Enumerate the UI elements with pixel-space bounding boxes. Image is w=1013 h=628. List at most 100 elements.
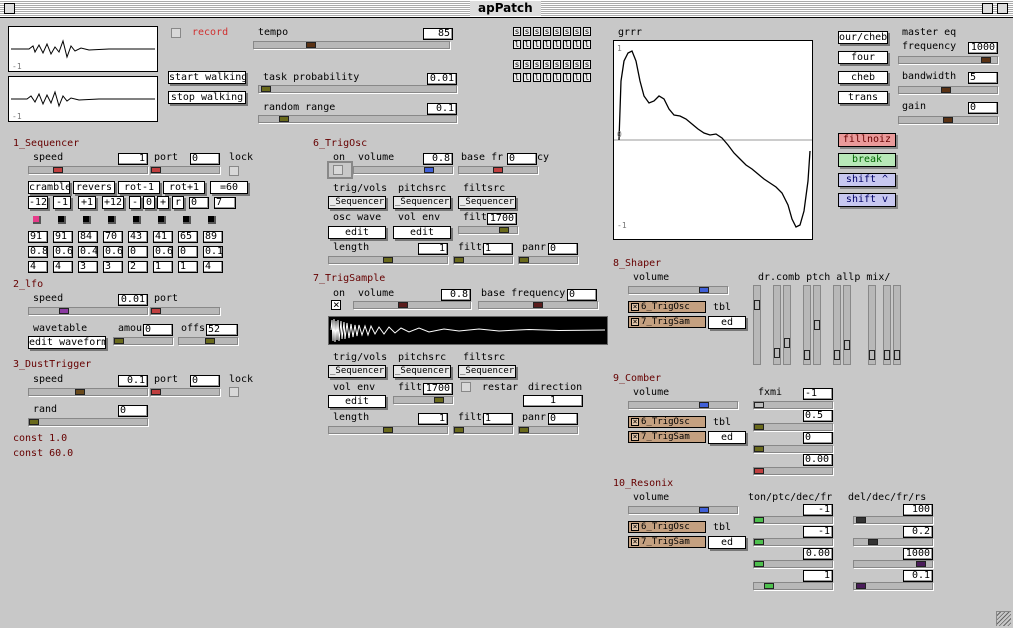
step-pitch[interactable]: 84 — [78, 231, 98, 243]
lfo-speed-field[interactable]: 0.01 — [118, 294, 148, 306]
drcomb-slider-3[interactable] — [783, 285, 791, 365]
step-s[interactable]: s — [563, 60, 571, 69]
resonix-tone-slider[interactable] — [753, 516, 833, 524]
step-led[interactable] — [133, 216, 141, 224]
trigsample-filt-source[interactable]: _Sequencer — [458, 365, 516, 378]
allp-slider-1[interactable] — [833, 285, 841, 365]
shaper-volume-slider[interactable] — [628, 286, 728, 294]
shaper-src-trigosc-check[interactable]: × — [631, 303, 639, 311]
resonix-src-trigsam[interactable]: × 7_TrigSam — [628, 536, 706, 548]
step-pitch[interactable]: 43 — [128, 231, 148, 243]
tempo-slider[interactable] — [253, 41, 450, 49]
step-s[interactable]: s — [553, 60, 561, 69]
lfo-offset-slider[interactable] — [178, 337, 238, 345]
step-l[interactable]: l — [513, 73, 521, 82]
resonix-rs-slider[interactable] — [853, 582, 933, 590]
comber-param4-field[interactable]: 0.00 — [803, 454, 833, 466]
step-pitch[interactable]: 91 — [28, 231, 48, 243]
record-toggle[interactable] — [171, 28, 181, 38]
trigosc-volume-slider[interactable] — [353, 166, 453, 174]
resonix-fr2-field[interactable]: 1000 — [903, 548, 933, 560]
rot-minus-button[interactable]: rot-1 — [118, 181, 160, 194]
step-s[interactable]: s — [543, 27, 551, 36]
set-60-button[interactable]: =60 — [210, 181, 248, 194]
stop-walking-button[interactable]: stop walking — [168, 91, 246, 104]
step-l[interactable]: l — [533, 73, 541, 82]
ptch-slider-2[interactable] — [813, 285, 821, 365]
step-l[interactable]: l — [543, 73, 551, 82]
comber-src-trigosc[interactable]: × 6_TrigOsc — [628, 416, 706, 428]
frequency-field[interactable]: 1000 — [968, 42, 998, 54]
trigsample-trig-source[interactable]: _Sequencer — [328, 365, 386, 378]
step-velocity[interactable]: 0.8 — [28, 246, 48, 258]
shift-up-button[interactable]: shift ^ — [838, 173, 896, 187]
trigosc-basefreq-field[interactable]: 0 — [507, 153, 537, 165]
step-velocity[interactable]: 0.1 — [203, 246, 223, 258]
trigsample-on-toggle[interactable] — [331, 298, 341, 311]
step-l[interactable]: l — [563, 73, 571, 82]
step-s[interactable]: s — [513, 60, 521, 69]
break-button[interactable]: break — [838, 153, 896, 167]
resonix-fr-slider[interactable] — [753, 582, 833, 590]
shaper-src-trigosc[interactable]: × 6_TrigOsc — [628, 301, 706, 313]
seq-steps-field[interactable]: 7 — [214, 197, 236, 209]
resonix-volume-slider[interactable] — [628, 506, 738, 514]
random-range-slider[interactable] — [258, 115, 457, 123]
lfo-speed-slider[interactable] — [28, 307, 148, 315]
trigosc-volume-field[interactable]: 0.8 — [423, 153, 453, 165]
seq-speed-field[interactable]: 1 — [118, 153, 148, 165]
step-s[interactable]: s — [573, 60, 581, 69]
step-led[interactable] — [183, 216, 191, 224]
trigosc-volenv-edit-button[interactable]: edit — [393, 226, 451, 239]
step-duration[interactable]: 3 — [103, 261, 123, 273]
resonix-src-trigsam-check[interactable]: × — [631, 538, 639, 546]
step-pitch[interactable]: 41 — [153, 231, 173, 243]
step-s[interactable]: s — [583, 27, 591, 36]
step-pitch[interactable]: 91 — [53, 231, 73, 243]
step-s[interactable]: s — [523, 27, 531, 36]
task-prob-field[interactable]: 0.01 — [427, 73, 457, 85]
bandwidth-field[interactable]: 5 — [968, 72, 998, 84]
cheb-button[interactable]: cheb — [838, 71, 888, 84]
resonix-dec-field[interactable]: 0.00 — [803, 548, 833, 560]
trigsample-filtenv-field[interactable]: 1 — [483, 413, 513, 425]
resonix-fr-field[interactable]: 1 — [803, 570, 833, 582]
trigosc-basefreq-slider[interactable] — [458, 166, 538, 174]
step-pitch[interactable]: 70 — [103, 231, 123, 243]
comber-param3-slider[interactable] — [753, 445, 833, 453]
bandwidth-slider[interactable] — [898, 86, 998, 94]
step-s[interactable]: s — [553, 27, 561, 36]
four-button[interactable]: four — [838, 51, 888, 64]
restart-toggle[interactable] — [461, 382, 471, 392]
mix-slider-1[interactable] — [868, 285, 876, 365]
close-box[interactable] — [4, 3, 15, 14]
resonix-src-trigosc[interactable]: × 6_TrigOsc — [628, 521, 706, 533]
mix-slider-2[interactable] — [883, 285, 891, 365]
step-l[interactable]: l — [553, 73, 561, 82]
zoom-box[interactable] — [982, 3, 993, 14]
step-l[interactable]: l — [543, 40, 551, 49]
comber-param3-field[interactable]: 0 — [803, 432, 833, 444]
trigosc-filt-source[interactable]: _Sequencer — [458, 196, 516, 209]
resize-grip[interactable] — [996, 611, 1011, 626]
gain-slider[interactable] — [898, 116, 998, 124]
trigosc-filter-slider[interactable] — [458, 226, 518, 234]
step-velocity[interactable]: 0.4 — [78, 246, 98, 258]
dust-speed-field[interactable]: 0.1 — [118, 375, 148, 387]
resonix-ptc-field[interactable]: -1 — [803, 526, 833, 538]
step-l[interactable]: l — [583, 73, 591, 82]
step-pitch[interactable]: 65 — [178, 231, 198, 243]
step-l[interactable]: l — [513, 40, 521, 49]
dust-rand-slider[interactable] — [28, 418, 148, 426]
start-walking-button[interactable]: start walking — [168, 71, 246, 84]
resonix-fr2-slider[interactable] — [853, 560, 933, 568]
task-prob-slider[interactable] — [258, 85, 457, 93]
fourier-cheb-button[interactable]: our/cheb — [838, 31, 888, 44]
drcomb-slider-2[interactable] — [773, 285, 781, 365]
seq-speed-slider[interactable] — [28, 166, 148, 174]
fillnoiz-button[interactable]: fillnoiz — [838, 133, 896, 147]
edit-waveform-button[interactable]: edit waveform — [28, 336, 106, 349]
trigsample-filt-slider[interactable] — [393, 396, 453, 404]
gain-field[interactable]: 0 — [968, 102, 998, 114]
shaper-ed-button[interactable]: ed — [708, 316, 746, 329]
